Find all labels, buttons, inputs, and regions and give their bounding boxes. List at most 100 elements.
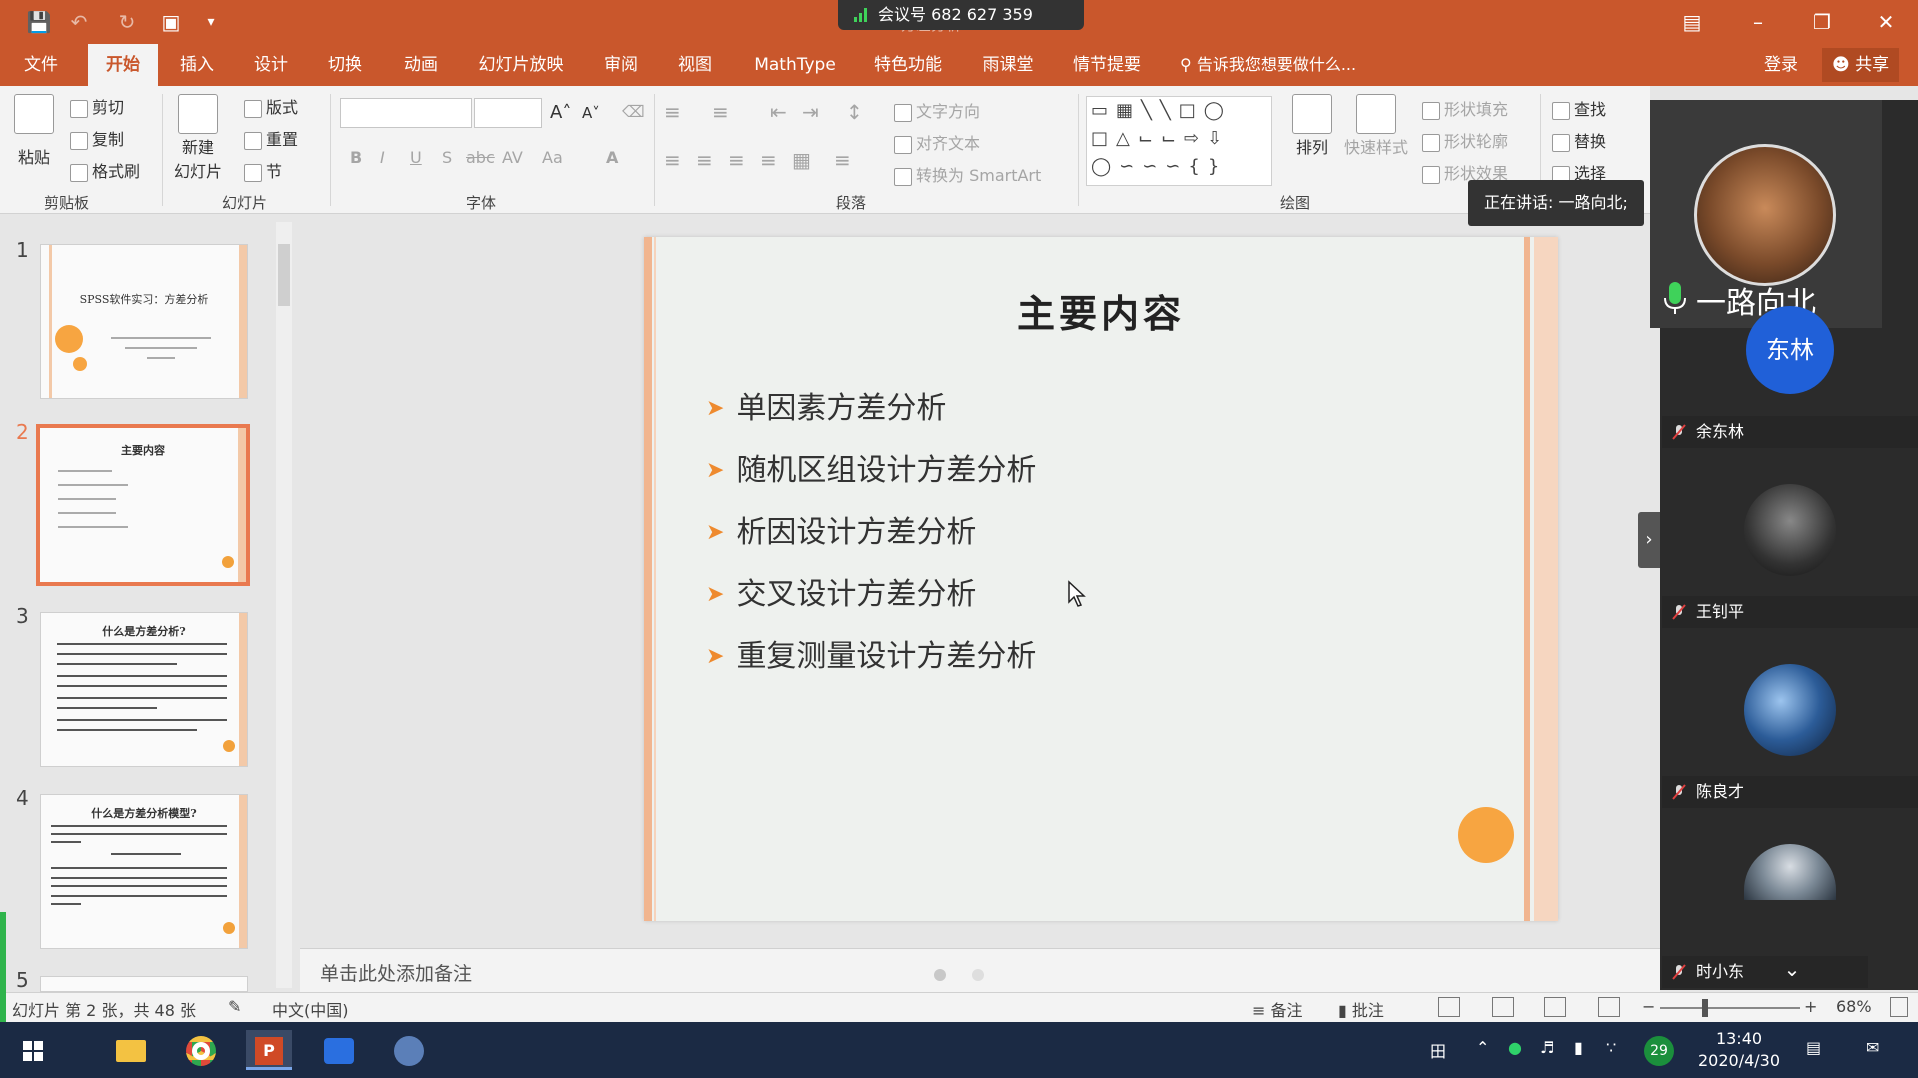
bullet-item[interactable]: ➤ 随机区组设计方差分析 [706, 445, 1036, 489]
input-method-icon[interactable]: 田 [1430, 1038, 1446, 1062]
tab-animations[interactable]: 动画 [390, 44, 452, 86]
slide-sorter-icon[interactable] [1492, 997, 1514, 1017]
wechat-icon[interactable]: ● [1508, 1038, 1522, 1057]
justify-icon[interactable]: ≡ [760, 148, 777, 172]
font-name-combo[interactable] [340, 98, 472, 128]
increase-indent-icon[interactable]: ⇥ [802, 100, 819, 124]
slide-thumbnail-1[interactable]: SPSS软件实习：方差分析 [40, 244, 248, 399]
minimize-icon[interactable]: – [1738, 6, 1778, 38]
tab-view[interactable]: 视图 [664, 44, 726, 86]
comments-toggle[interactable]: ▮ 批注 [1338, 997, 1384, 1021]
tab-mathtype[interactable]: MathType [742, 44, 848, 86]
shape-outline-button[interactable]: 形状轮廓 [1422, 128, 1508, 152]
tab-transitions[interactable]: 切换 [314, 44, 376, 86]
ribbon-display-icon[interactable]: ▤ [1672, 6, 1712, 38]
bullet-item[interactable]: ➤ 析因设计方差分析 [706, 507, 976, 551]
zoom-slider[interactable] [1660, 1007, 1800, 1009]
bold-icon[interactable]: B [350, 148, 362, 167]
clear-format-icon[interactable]: ⌫ [622, 102, 645, 121]
chevron-right-icon[interactable]: › [1638, 512, 1660, 568]
tab-storyboard[interactable]: 情节提要 [1064, 44, 1150, 86]
participant-name[interactable]: 余东林 [1662, 416, 1918, 448]
normal-view-icon[interactable] [1438, 997, 1460, 1017]
text-direction-button[interactable]: 文字方向 [894, 98, 980, 122]
tab-slideshow[interactable]: 幻灯片放映 [470, 44, 572, 86]
bullet-item[interactable]: ➤ 单因素方差分析 [706, 383, 946, 427]
align-right-icon[interactable]: ≡ [728, 148, 745, 172]
participant-name[interactable]: 时小东 [1662, 956, 1868, 988]
chevron-down-icon[interactable]: ⌄ [1772, 952, 1812, 986]
meeting-app-icon[interactable] [316, 1030, 362, 1070]
participant-name[interactable]: 陈良才 [1662, 776, 1918, 808]
paste-button[interactable]: 粘贴 [14, 94, 54, 168]
battery-icon[interactable]: ▮ [1574, 1038, 1583, 1057]
file-explorer-icon[interactable] [108, 1030, 154, 1070]
columns-icon[interactable]: ▦ [792, 148, 811, 172]
zoom-out-icon[interactable]: − [1642, 997, 1655, 1016]
bullets-icon[interactable]: ≡ [664, 100, 681, 124]
spell-check-icon[interactable]: ✎ [228, 997, 241, 1016]
meeting-id-banner[interactable]: 会议号 682 627 359 [838, 0, 1084, 30]
tab-home[interactable]: 开始 [88, 44, 158, 86]
align-text-button[interactable]: 对齐文本 [894, 130, 980, 154]
slideshow-start-icon[interactable]: ▣ [156, 8, 186, 36]
restore-icon[interactable]: ❐ [1802, 6, 1842, 38]
thumbnail-scrollbar[interactable] [276, 222, 292, 988]
quick-styles-button[interactable]: 快速样式 [1344, 94, 1408, 158]
undo-icon[interactable]: ↶ [64, 8, 94, 36]
login-link[interactable]: 登录 [1764, 44, 1798, 86]
tab-rain-classroom[interactable]: 雨课堂 [966, 44, 1050, 86]
format-painter-button[interactable]: 格式刷 [70, 158, 140, 182]
slide-thumbnail-3[interactable]: 什么是方差分析? [40, 612, 248, 767]
volume-icon[interactable]: ♬ [1540, 1038, 1554, 1057]
find-button[interactable]: 查找 [1552, 96, 1606, 120]
fit-slide-icon[interactable] [1890, 997, 1908, 1017]
slideshow-view-icon[interactable] [1598, 997, 1620, 1017]
shapes-gallery[interactable]: ▭▦╲╲□◯ □△⌙⌙⇨⇩ ◯∽∽∽{} [1086, 96, 1272, 186]
zoom-level[interactable]: 68% [1836, 997, 1872, 1016]
line-spacing-icon[interactable]: ↕ [846, 100, 863, 124]
chrome-icon[interactable] [178, 1030, 224, 1070]
share-button[interactable]: ☻ 共享 [1822, 48, 1900, 82]
slide-thumbnail-2[interactable]: 主要内容 [36, 424, 250, 586]
system-clock[interactable]: 13:40 2020/4/30 [1694, 1028, 1784, 1072]
scrollbar-thumb[interactable] [278, 244, 290, 306]
replace-button[interactable]: 替换 [1552, 128, 1606, 152]
cut-button[interactable]: 剪切 [70, 94, 124, 118]
page-indicator-dot[interactable] [934, 969, 946, 981]
tab-special[interactable]: 特色功能 [866, 44, 950, 86]
shadow-icon[interactable]: S [442, 148, 452, 167]
windows-start-icon[interactable] [10, 1030, 56, 1070]
numbering-icon[interactable]: ≡ [712, 100, 729, 124]
decrease-font-icon[interactable]: A˅ [582, 104, 600, 122]
tab-file[interactable]: 文件 [10, 44, 72, 86]
notes-toggle[interactable]: ≡ 备注 [1252, 997, 1303, 1021]
font-color-icon[interactable]: A [606, 148, 618, 167]
customize-qat-icon[interactable]: ▾ [196, 8, 226, 36]
notes-pane[interactable]: 单击此处添加备注 [300, 948, 1660, 992]
bullet-item[interactable]: ➤ 重复测量设计方差分析 [706, 631, 1036, 675]
close-icon[interactable]: ✕ [1866, 6, 1906, 38]
strikethrough-icon[interactable]: abc [466, 148, 495, 167]
underline-icon[interactable]: U [410, 148, 422, 167]
zoom-in-icon[interactable]: + [1804, 997, 1817, 1016]
tab-design[interactable]: 设计 [240, 44, 302, 86]
italic-icon[interactable]: I [380, 148, 385, 167]
tab-review[interactable]: 审阅 [590, 44, 652, 86]
align-left-icon[interactable]: ≡ [664, 148, 681, 172]
action-center-icon[interactable]: ✉ [1866, 1038, 1879, 1057]
zoom-slider-thumb[interactable] [1702, 999, 1708, 1017]
section-button[interactable]: 节 [244, 158, 282, 182]
font-size-combo[interactable] [474, 98, 542, 128]
powerpoint-icon[interactable]: P [246, 1030, 292, 1070]
bullet-item[interactable]: ➤ 交叉设计方差分析 [706, 569, 976, 613]
notes-app-icon[interactable]: ▤ [1806, 1038, 1821, 1057]
layout-button[interactable]: 版式 [244, 94, 298, 118]
text-align-icon[interactable]: ≡ [834, 148, 851, 172]
change-case-icon[interactable]: Aa [542, 148, 563, 167]
tell-me-search[interactable]: ⚲ 告诉我您想要做什么... [1180, 44, 1356, 86]
participant-name[interactable]: 王钊平 [1662, 596, 1918, 628]
notification-badge[interactable]: 29 [1644, 1036, 1674, 1066]
wifi-icon[interactable]: ∵ [1606, 1038, 1616, 1057]
char-spacing-icon[interactable]: AV [502, 148, 523, 167]
